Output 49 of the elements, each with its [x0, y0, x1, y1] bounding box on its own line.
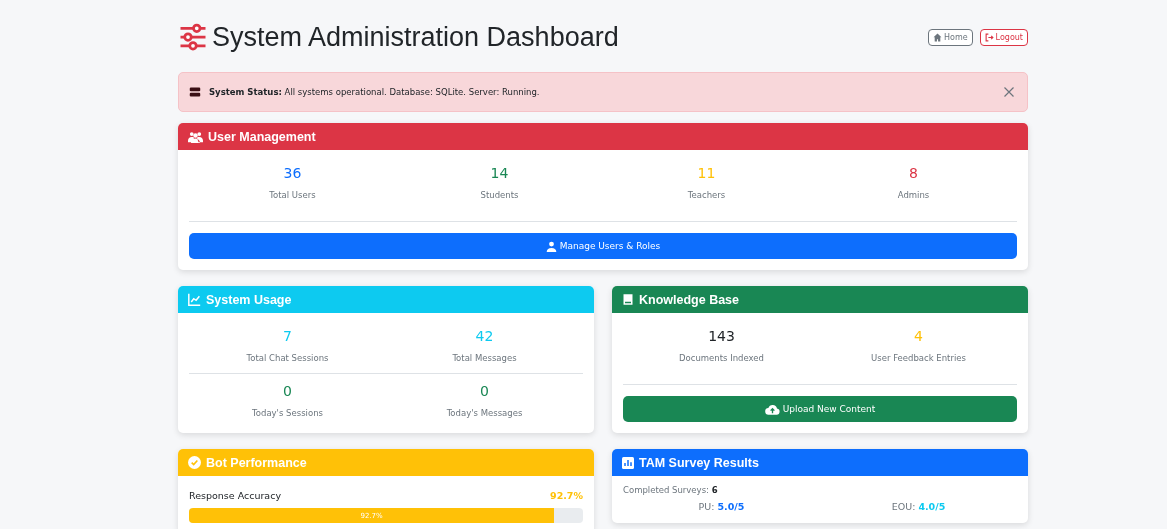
bar-chart-icon	[622, 456, 634, 469]
page-title: System Administration Dashboard	[212, 21, 619, 53]
card-title: System Usage	[206, 292, 292, 307]
line-chart-icon	[188, 293, 201, 306]
stat-value: 36	[282, 164, 303, 182]
logout-button[interactable]: Logout	[979, 28, 1028, 46]
cloud-upload-icon	[764, 403, 780, 415]
stat-label: Today's Messages	[445, 408, 524, 418]
manage-users-button[interactable]: Manage Users & Roles	[189, 233, 1017, 259]
stat-label: Total Users	[268, 190, 317, 200]
stat-value: 8	[908, 164, 919, 182]
metric-value: 92.7%	[550, 490, 583, 501]
check-circle-icon	[188, 456, 201, 469]
score-label: EOU:	[891, 501, 916, 512]
stat-label: Today's Sessions	[251, 408, 324, 418]
users-icon	[188, 130, 203, 143]
upload-button[interactable]: Upload New Content	[623, 396, 1017, 422]
stat-label: Students	[479, 190, 520, 200]
stat-value: 14	[489, 164, 510, 182]
stat-value: 0	[282, 382, 293, 400]
score-value: 5.0/5	[717, 501, 745, 512]
stat-value: 7	[282, 327, 293, 345]
home-button[interactable]: Home	[928, 28, 973, 46]
stat-label: Total Messages	[451, 353, 518, 363]
stat-value: 11	[696, 164, 717, 182]
card-title: Bot Performance	[206, 455, 307, 470]
server-icon	[189, 86, 201, 98]
card-title: User Management	[208, 129, 316, 144]
stat-label: Total Chat Sessions	[245, 353, 330, 363]
sliders-icon	[178, 22, 208, 52]
stat-label: User Feedback Entries	[870, 353, 967, 363]
stat-label: Teachers	[686, 190, 727, 200]
stat-label: Documents Indexed	[678, 353, 765, 363]
stat-value: 42	[474, 327, 495, 345]
score-value: 4.0/5	[918, 501, 946, 512]
score-label: PU:	[698, 501, 715, 512]
stat-label: Admins	[896, 190, 931, 200]
card-title: TAM Survey Results	[639, 455, 759, 470]
metric-label: Response Accuracy	[189, 490, 282, 501]
home-icon	[933, 32, 942, 42]
exit-arrow-icon	[984, 32, 994, 42]
status-message: System Status: All systems operational. Database: SQLite. Server: Running.	[209, 87, 541, 97]
survey-summary: Completed Surveys: 6	[623, 485, 719, 495]
card-title: Knowledge Base	[639, 292, 740, 307]
user-icon	[545, 240, 557, 252]
stat-value: 4	[913, 327, 924, 345]
book-icon	[622, 293, 634, 306]
stat-value: 0	[479, 382, 490, 400]
stat-value: 143	[707, 327, 736, 345]
